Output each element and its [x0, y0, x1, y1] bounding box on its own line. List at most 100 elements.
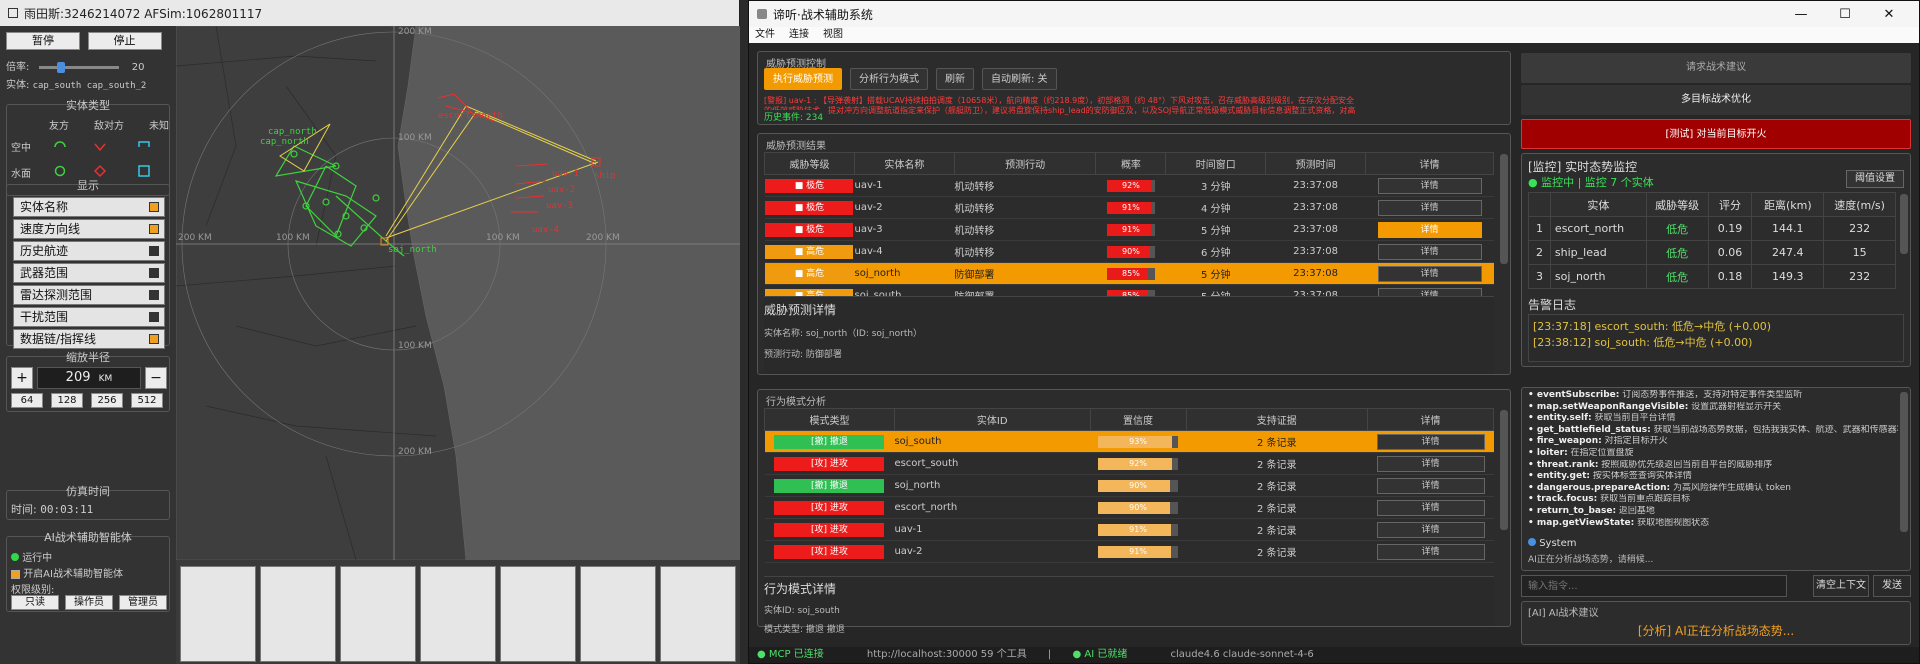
behavior-detail-button[interactable]: 详情	[1376, 455, 1485, 472]
analyze-behavior-button[interactable]: 分析行为模式	[850, 68, 928, 90]
map-canvas[interactable]: 200 KM 100 KM 100 KM 200 KM 200 KM 100 K…	[176, 26, 740, 560]
behavior-detail-button[interactable]: 详情	[1376, 521, 1485, 538]
behavior-entity: escort_north	[894, 496, 1091, 519]
tray-slot[interactable]	[180, 566, 256, 662]
log-tool-name: • entity.self:	[1528, 413, 1592, 424]
zoom-preset-128[interactable]: 128	[51, 393, 83, 408]
threat-row[interactable]: ■ 高危 soj_north 防御部署 85% 5 分钟 23:37:08 详情	[764, 262, 1494, 285]
tray-slot[interactable]	[500, 566, 576, 662]
menu-view[interactable]: 视图	[823, 27, 843, 43]
display-toggle[interactable]: 数据链/指挥线	[13, 329, 165, 349]
threat-row[interactable]: ■ 极危 uav-1 机动转移 92% 3 分钟 23:37:08 详情	[764, 174, 1494, 197]
zoom-preset-256[interactable]: 256	[91, 393, 123, 408]
monitor-row[interactable]: 2 ship_lead 低危 0.06 247.4 15	[1528, 240, 1896, 265]
monitor-row[interactable]: 1 escort_north 低危 0.19 144.1 232	[1528, 216, 1896, 241]
display-group: 显示 实体名称速度方向线 历史航迹武器范围雷达探测范围 干扰范围 数据链/指挥线	[6, 179, 170, 349]
threat-row[interactable]: ■ 极危 uav-3 机动转移 91% 5 分钟 23:37:08 详情	[764, 218, 1494, 241]
log-tool-name: • threat.rank:	[1528, 459, 1599, 470]
monitor-entity: soj_north	[1549, 264, 1647, 289]
behavior-detail-button[interactable]: 详情	[1376, 543, 1485, 560]
display-toggle[interactable]: 实体名称	[13, 197, 165, 217]
behavior-row[interactable]: [攻] 进攻 escort_north 90% 2 条记录 详情	[764, 496, 1494, 519]
menu-file[interactable]: 文件	[755, 27, 775, 43]
zoom-preset-512[interactable]: 512	[131, 393, 163, 408]
behavior-row[interactable]: [攻] 进攻 uav-1 91% 2 条记录 详情	[764, 518, 1494, 541]
display-toggle[interactable]: 雷达探测范围	[13, 285, 165, 305]
threat-detail-button[interactable]: 详情	[1377, 199, 1482, 216]
behavior-row[interactable]: [攻] 进攻 uav-2 91% 2 条记录 详情	[764, 540, 1494, 563]
zoom-value: 209	[65, 370, 91, 385]
threat-detail-button[interactable]: 详情	[1377, 265, 1482, 282]
threat-detail-button[interactable]: 详情	[1377, 221, 1482, 238]
monitor-level: 低危	[1645, 240, 1709, 265]
run-threat-prediction-button[interactable]: 执行威胁预测	[764, 68, 842, 90]
behavior-row[interactable]: [撤] 撤退 soj_south 93% 2 条记录 详情	[764, 430, 1494, 453]
refresh-button[interactable]: 刷新	[936, 68, 974, 90]
behavior-table-scrollbar[interactable]	[1500, 410, 1508, 530]
display-toggle-label: 武器范围	[20, 266, 69, 280]
threat-detail-button[interactable]: 详情	[1377, 177, 1482, 194]
send-button[interactable]: 发送	[1873, 575, 1911, 597]
perm-label: 权限级别:	[11, 585, 55, 596]
command-input[interactable]	[1522, 576, 1786, 596]
th-confidence: 置信度	[1089, 408, 1187, 431]
stop-button[interactable]: 停止	[87, 32, 162, 50]
log-scrollbar[interactable]	[1900, 392, 1908, 532]
behavior-detail-button[interactable]: 详情	[1376, 433, 1485, 450]
display-title: 显示	[77, 179, 99, 192]
monitor-row[interactable]: 3 soj_north 低危 0.18 149.3 232	[1528, 264, 1896, 289]
mth-score: 评分	[1707, 192, 1753, 217]
tray-slot[interactable]	[580, 566, 656, 662]
threat-table-scrollbar[interactable]	[1500, 154, 1508, 264]
confidence-bar: 91%	[1098, 545, 1179, 558]
auto-refresh-toggle[interactable]: 自动刷新: 关	[982, 68, 1057, 90]
zoom-out-button[interactable]: −	[145, 367, 167, 389]
display-toggle-label: 实体名称	[20, 200, 69, 214]
perm-admin-button[interactable]: 管理员	[119, 595, 167, 610]
monitor-distance: 144.1	[1751, 216, 1825, 241]
maximize-icon[interactable]: ☐	[1823, 7, 1867, 22]
display-toggle[interactable]: 武器范围	[13, 263, 165, 283]
system-message: AI正在分析战场态势，请稍候...	[1528, 555, 1654, 565]
display-toggle[interactable]: 速度方向线	[13, 219, 165, 239]
tray-slot[interactable]	[260, 566, 336, 662]
mth-distance: 距离(km)	[1751, 192, 1825, 217]
log-entry: • entity.get: 按实体标签查询实体详情	[1528, 471, 1898, 483]
request-advice-button[interactable]: 请求战术建议	[1521, 53, 1911, 83]
log-tool-desc: 对指定目标开火	[1601, 436, 1668, 447]
menu-connect[interactable]: 连接	[789, 27, 809, 43]
monitor-title: [监控] 实时态势监控	[1528, 160, 1638, 174]
zoom-preset-64[interactable]: 64	[11, 393, 43, 408]
tactical-map[interactable]: 200 KM 100 KM 100 KM 200 KM 200 KM 100 K…	[176, 26, 740, 560]
display-toggle[interactable]: 干扰范围	[13, 307, 165, 327]
threat-row[interactable]: ■ 极危 uav-2 机动转移 91% 4 分钟 23:37:08 详情	[764, 196, 1494, 219]
behavior-row[interactable]: [攻] 进攻 escort_south 92% 2 条记录 详情	[764, 452, 1494, 475]
perm-operator-button[interactable]: 操作员	[65, 595, 113, 610]
monitor-scrollbar[interactable]	[1900, 194, 1908, 254]
threshold-settings-button[interactable]: 阈值设置	[1846, 170, 1904, 188]
threat-row[interactable]: ■ 高危 uav-4 机动转移 90% 6 分钟 23:37:08 详情	[764, 240, 1494, 263]
behavior-detail-button[interactable]: 详情	[1376, 499, 1485, 516]
perm-readonly-button[interactable]: 只读	[11, 595, 59, 610]
clear-context-button[interactable]: 清空上下文	[1813, 575, 1869, 597]
test-fire-button[interactable]: [测试] 对当前目标开火	[1521, 119, 1911, 149]
behavior-row[interactable]: [撤] 撤退 soj_north 90% 2 条记录 详情	[764, 474, 1494, 497]
close-icon[interactable]: ✕	[1867, 7, 1911, 22]
minimize-icon[interactable]: —	[1779, 7, 1823, 22]
multi-target-optimize-button[interactable]: 多目标战术优化	[1521, 85, 1911, 115]
behavior-detail-button[interactable]: 详情	[1376, 477, 1485, 494]
ai-enable-checkbox[interactable]	[11, 569, 20, 579]
threat-detail-button[interactable]: 详情	[1377, 243, 1482, 260]
tray-slot[interactable]	[420, 566, 496, 662]
zoom-in-button[interactable]: +	[11, 367, 33, 389]
tray-slot[interactable]	[340, 566, 416, 662]
display-toggle[interactable]: 历史航迹	[13, 241, 165, 261]
behavior-evidence: 2 条记录	[1186, 452, 1368, 475]
threat-time: 23:37:08	[1265, 218, 1366, 241]
pause-button[interactable]: 暂停	[6, 32, 80, 50]
threat-action: 机动转移	[954, 240, 1096, 263]
tray-slot[interactable]	[660, 566, 736, 662]
ai-agent-group: AI战术辅助智能体 运行中 开启AI战术辅助智能体 权限级别: 只读 操作员 管…	[6, 531, 170, 612]
speed-slider[interactable]	[38, 61, 119, 73]
threat-entity: uav-1	[854, 174, 955, 197]
